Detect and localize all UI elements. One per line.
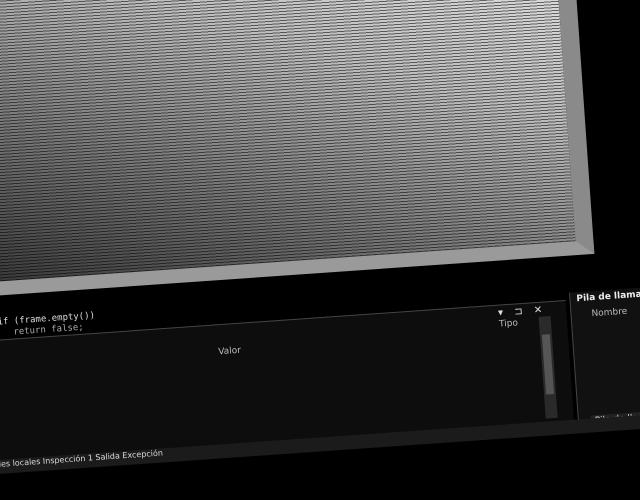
- vertical-scrollbar[interactable]: [538, 316, 558, 419]
- call-stack-panel: Pila de llamadas Nombre Pila de llamadas: [568, 284, 640, 433]
- call-stack-title: Pila de llamadas: [576, 288, 640, 305]
- scrollbar-thumb[interactable]: [541, 334, 555, 395]
- column-header-nombre[interactable]: Nombre: [591, 307, 627, 319]
- column-header-valor[interactable]: Valor: [218, 346, 241, 358]
- column-header-tipo[interactable]: Tipo: [499, 318, 519, 329]
- video-preview: [0, 0, 595, 299]
- monitor-scene: if (frame.empty()) return false; ▾ ⊐ ✕ V…: [0, 0, 640, 500]
